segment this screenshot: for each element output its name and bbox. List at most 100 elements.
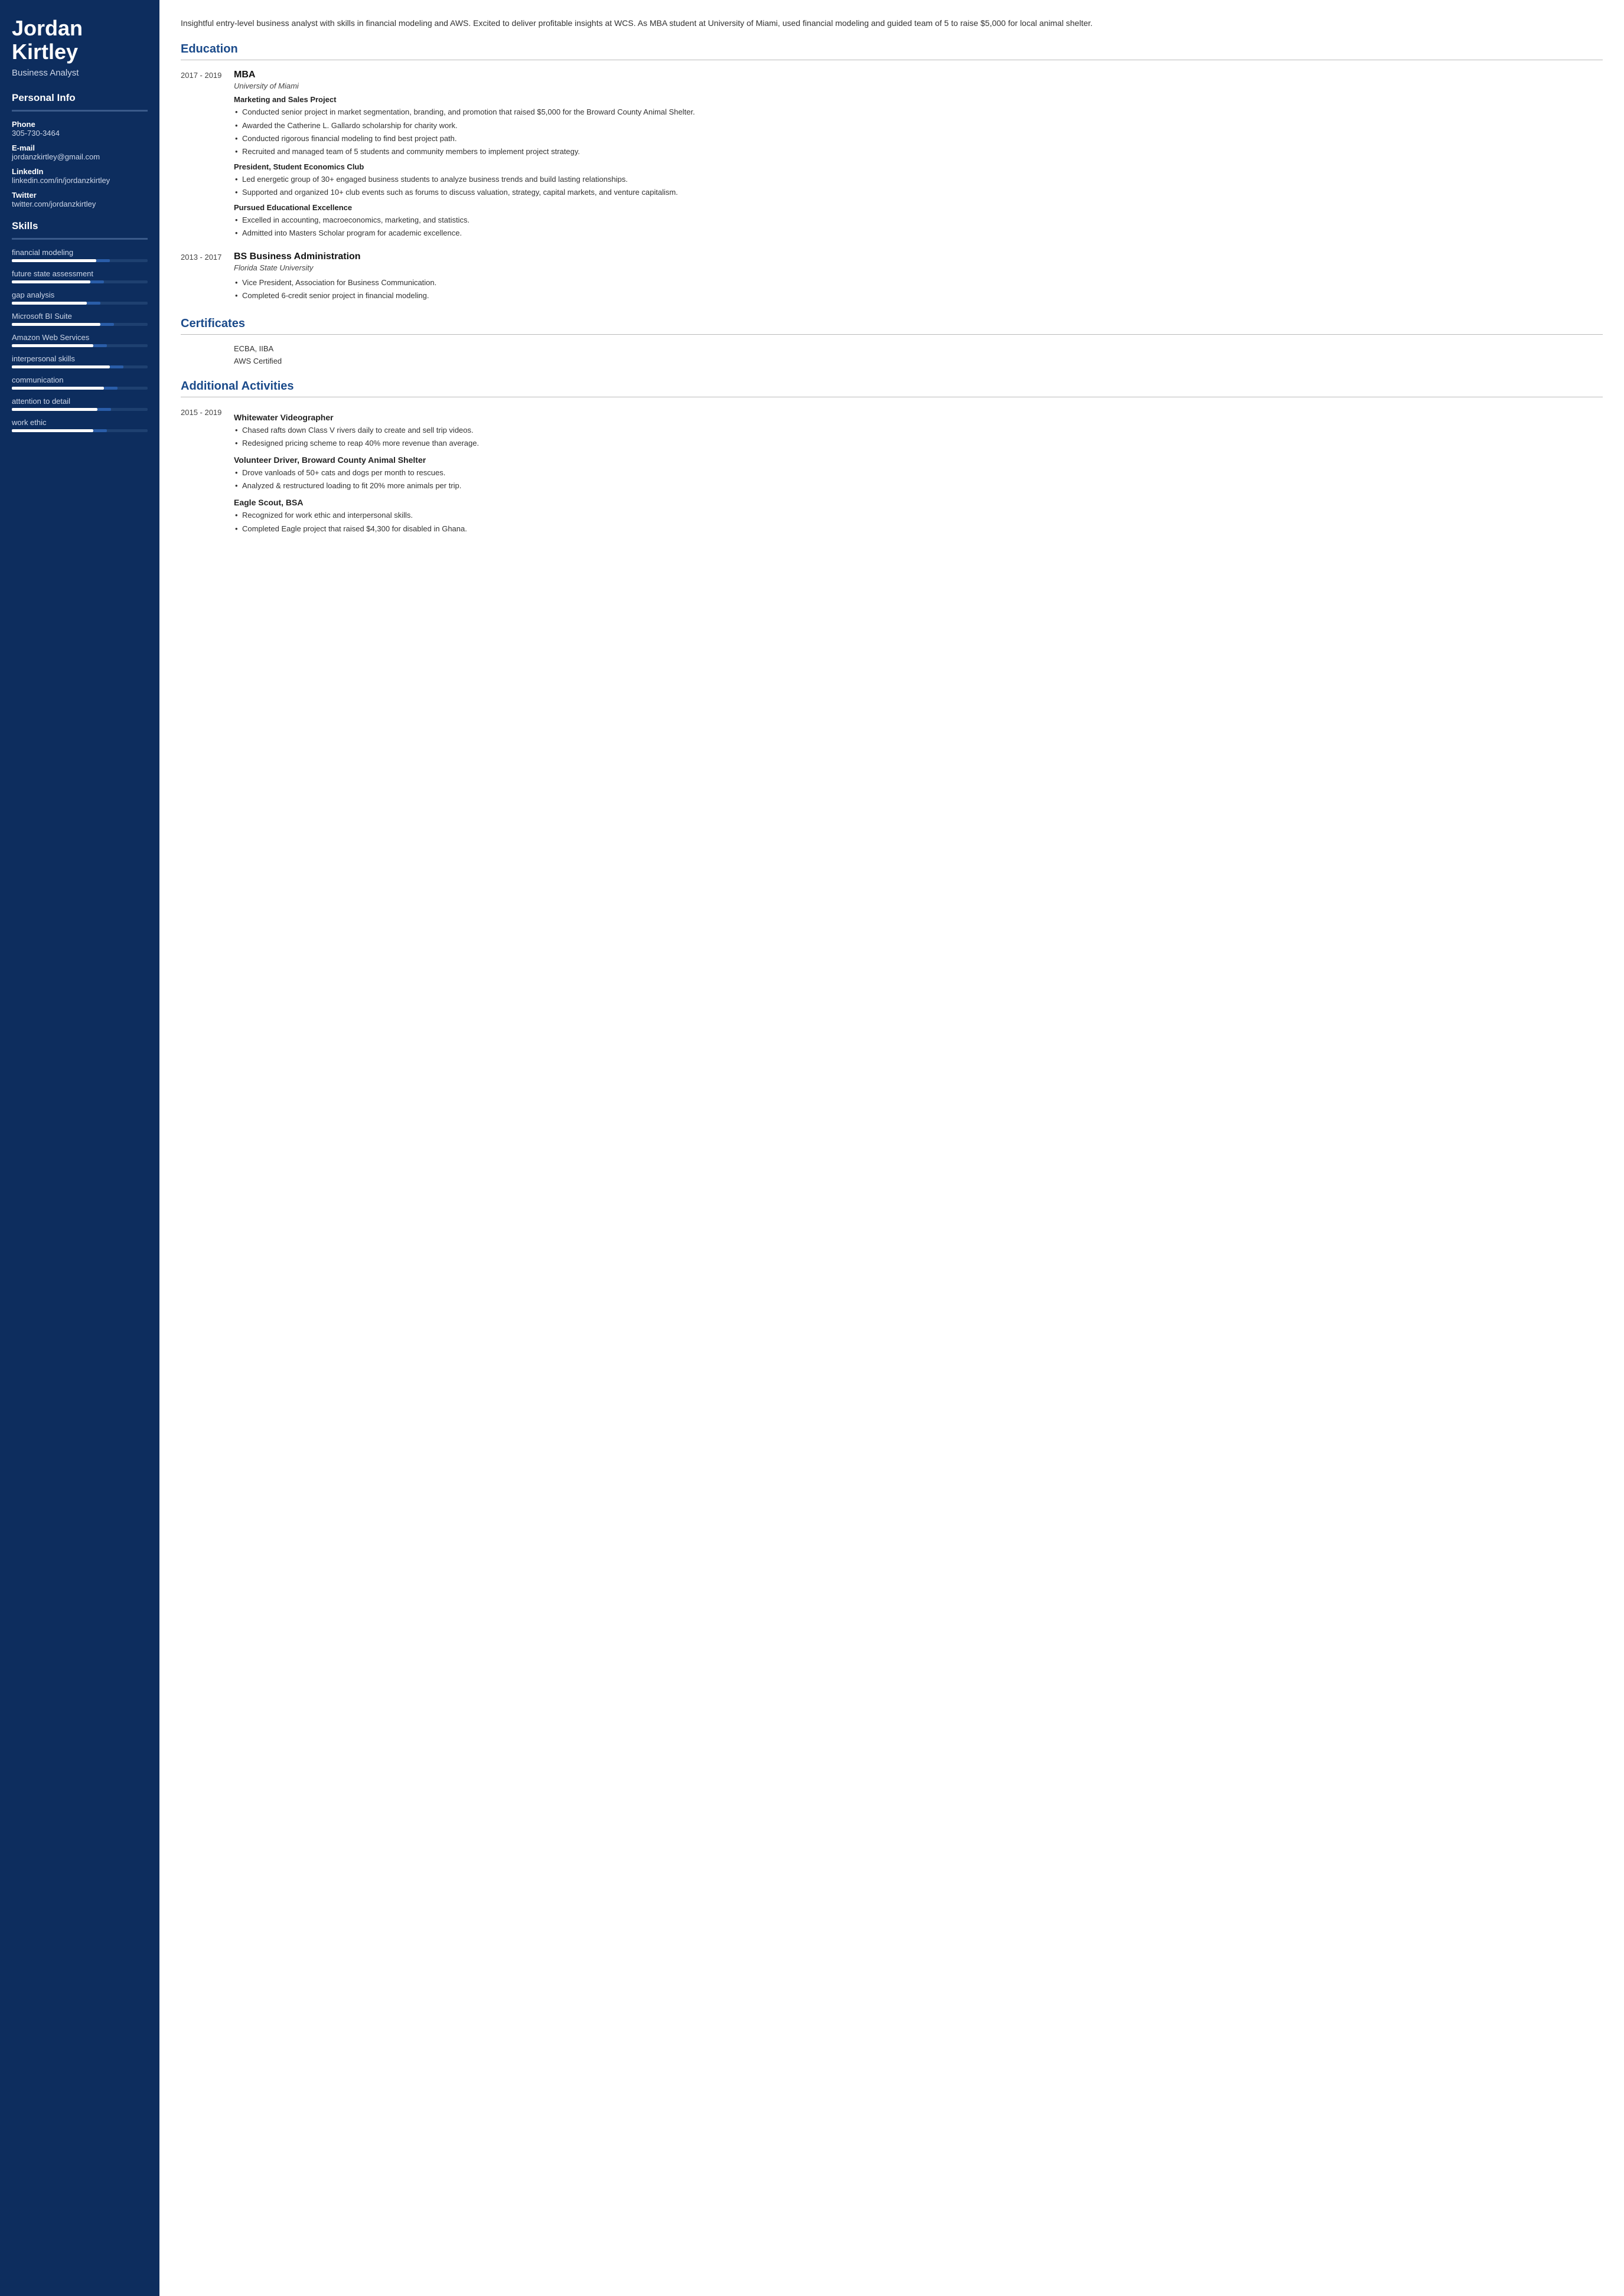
- skill-bar-accent: [87, 302, 100, 305]
- skill-name: work ethic: [12, 418, 148, 427]
- activity-bullets: Chased rafts down Class V rivers daily t…: [234, 424, 1603, 449]
- education-list: 2017 - 2019 MBA University of Miami Mark…: [181, 70, 1603, 302]
- candidate-title: Business Analyst: [12, 68, 148, 78]
- skill-bar-accent: [96, 259, 110, 262]
- activity-sub-title: Eagle Scout, BSA: [234, 498, 1603, 507]
- edu-bullets: Vice President, Association for Business…: [234, 277, 1603, 302]
- skill-item: work ethic: [12, 418, 148, 432]
- personal-info-divider: [12, 110, 148, 112]
- edu-bullet: Vice President, Association for Business…: [234, 277, 1603, 289]
- activity-bullets: Drove vanloads of 50+ cats and dogs per …: [234, 467, 1603, 492]
- certificate-item: ECBA, IIBA: [181, 344, 1603, 353]
- personal-info-email: E-mail jordanzkirtley@gmail.com: [12, 143, 148, 161]
- skills-section: Skills financial modeling future state a…: [12, 220, 148, 432]
- skill-bar-background: [12, 365, 148, 368]
- edu-project-title: Marketing and Sales Project: [234, 95, 1603, 104]
- edu-bullet: Recruited and managed team of 5 students…: [234, 146, 1603, 158]
- certificates-list: ECBA, IIBAAWS Certified: [181, 344, 1603, 365]
- edu-school: University of Miami: [234, 81, 1603, 90]
- certificates-divider: [181, 334, 1603, 335]
- skill-bar-fill: [12, 429, 93, 432]
- edu-project-title: President, Student Economics Club: [234, 162, 1603, 171]
- skill-item: financial modeling: [12, 248, 148, 262]
- activity-row: 2015 - 2019 Whitewater VideographerChase…: [181, 407, 1603, 536]
- certificates-title: Certificates: [181, 317, 1603, 331]
- personal-info-list: Phone 305-730-3464 E-mail jordanzkirtley…: [12, 120, 148, 208]
- sidebar: Jordan Kirtley Business Analyst Personal…: [0, 0, 159, 2296]
- skill-bar-background: [12, 429, 148, 432]
- edu-content: BS Business Administration Florida State…: [234, 252, 1603, 303]
- activity-content: Whitewater VideographerChased rafts down…: [234, 407, 1603, 536]
- skill-item: gap analysis: [12, 290, 148, 305]
- edu-degree: BS Business Administration: [234, 252, 1603, 262]
- skill-bar-accent: [110, 365, 123, 368]
- activity-bullet: Drove vanloads of 50+ cats and dogs per …: [234, 467, 1603, 479]
- edu-bullets: Conducted senior project in market segme…: [234, 106, 1603, 158]
- skill-name: gap analysis: [12, 290, 148, 299]
- activity-bullets: Recognized for work ethic and interperso…: [234, 510, 1603, 534]
- skill-bar-background: [12, 323, 148, 326]
- skill-bar-accent: [104, 387, 118, 390]
- activity-bullet: Redesigned pricing scheme to reap 40% mo…: [234, 437, 1603, 449]
- activity-entry: 2015 - 2019 Whitewater VideographerChase…: [181, 407, 1603, 536]
- activities-list: 2015 - 2019 Whitewater VideographerChase…: [181, 407, 1603, 536]
- skill-bar-accent: [93, 344, 107, 347]
- skill-name: attention to detail: [12, 397, 148, 406]
- skill-bar-accent: [100, 323, 114, 326]
- edu-bullets: Excelled in accounting, macroeconomics, …: [234, 214, 1603, 239]
- edu-bullet: Conducted senior project in market segme…: [234, 106, 1603, 118]
- skill-bar-accent: [90, 280, 104, 283]
- skill-bar-background: [12, 259, 148, 262]
- skill-name: Microsoft BI Suite: [12, 312, 148, 321]
- skill-item: attention to detail: [12, 397, 148, 411]
- skills-divider: [12, 238, 148, 240]
- personal-info-linkedin: LinkedIn linkedin.com/in/jordanzkirtley: [12, 167, 148, 185]
- edu-bullet: Led energetic group of 30+ engaged busin…: [234, 174, 1603, 185]
- personal-info-heading: Personal Info: [12, 92, 148, 104]
- skill-item: Amazon Web Services: [12, 333, 148, 347]
- skill-bar-fill: [12, 365, 110, 368]
- edu-dates: 2017 - 2019: [181, 70, 222, 240]
- main-content: Insightful entry-level business analyst …: [159, 0, 1624, 2296]
- edu-school: Florida State University: [234, 263, 1603, 272]
- activity-bullet: Analyzed & restructured loading to fit 2…: [234, 480, 1603, 492]
- edu-bullet: Excelled in accounting, macroeconomics, …: [234, 214, 1603, 226]
- skill-bar-fill: [12, 408, 97, 411]
- edu-dates: 2013 - 2017: [181, 252, 222, 303]
- edu-bullet: Supported and organized 10+ club events …: [234, 187, 1603, 198]
- activity-bullet: Recognized for work ethic and interperso…: [234, 510, 1603, 521]
- edu-bullet: Completed 6-credit senior project in fin…: [234, 290, 1603, 302]
- skill-bar-fill: [12, 280, 90, 283]
- skill-bar-fill: [12, 323, 100, 326]
- edu-bullet: Awarded the Catherine L. Gallardo schola…: [234, 120, 1603, 132]
- skill-bar-background: [12, 302, 148, 305]
- skill-name: future state assessment: [12, 269, 148, 278]
- activity-sub-title: Volunteer Driver, Broward County Animal …: [234, 455, 1603, 465]
- edu-project-title: Pursued Educational Excellence: [234, 203, 1603, 212]
- activity-bullet: Completed Eagle project that raised $4,3…: [234, 523, 1603, 535]
- activities-section: Additional Activities 2015 - 2019 Whitew…: [181, 380, 1603, 536]
- skill-bar-accent: [93, 429, 107, 432]
- personal-info-twitter: Twitter twitter.com/jordanzkirtley: [12, 191, 148, 208]
- education-entry: 2013 - 2017 BS Business Administration F…: [181, 252, 1603, 303]
- edu-bullet: Admitted into Masters Scholar program fo…: [234, 227, 1603, 239]
- skills-heading: Skills: [12, 220, 148, 232]
- personal-info-phone: Phone 305-730-3464: [12, 120, 148, 138]
- edu-content: MBA University of Miami Marketing and Sa…: [234, 70, 1603, 240]
- skills-list: financial modeling future state assessme…: [12, 248, 148, 432]
- skill-item: interpersonal skills: [12, 354, 148, 368]
- skill-bar-fill: [12, 302, 87, 305]
- summary-text: Insightful entry-level business analyst …: [181, 17, 1603, 30]
- skill-bar-fill: [12, 387, 104, 390]
- skill-item: Microsoft BI Suite: [12, 312, 148, 326]
- skill-name: communication: [12, 375, 148, 384]
- skill-item: communication: [12, 375, 148, 390]
- certificates-section: Certificates ECBA, IIBAAWS Certified: [181, 317, 1603, 365]
- activity-bullet: Chased rafts down Class V rivers daily t…: [234, 424, 1603, 436]
- candidate-name: Jordan Kirtley: [12, 17, 148, 63]
- skill-bar-fill: [12, 259, 96, 262]
- skill-bar-background: [12, 408, 148, 411]
- education-section: Education 2017 - 2019 MBA University of …: [181, 43, 1603, 302]
- skill-name: Amazon Web Services: [12, 333, 148, 342]
- skill-bar-fill: [12, 344, 93, 347]
